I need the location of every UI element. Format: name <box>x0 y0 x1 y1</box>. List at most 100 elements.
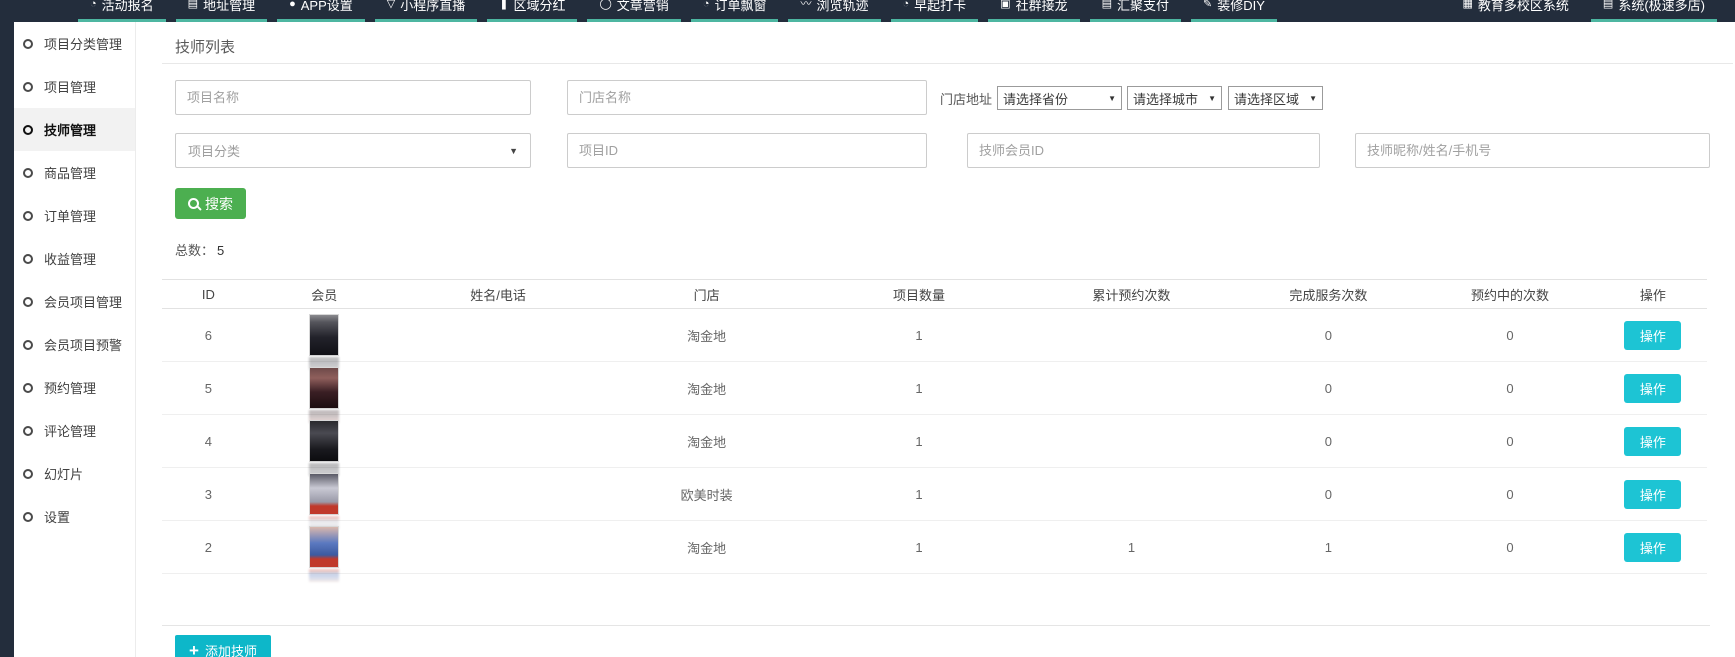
cell-project-count: 1 <box>811 521 1027 574</box>
topnav-item[interactable]: ❚区域分红 <box>487 0 577 22</box>
project-category-select[interactable]: 项目分类 ▼ <box>175 133 531 168</box>
cell-id: 2 <box>162 521 255 574</box>
tech-name-input[interactable] <box>1355 133 1710 168</box>
project-name-input[interactable] <box>175 80 531 115</box>
avatar-image <box>309 367 339 409</box>
cell-id: 6 <box>162 309 255 362</box>
cell-action: 操作 <box>1599 309 1707 362</box>
sidebar-item[interactable]: 项目管理 <box>14 65 135 108</box>
row-action-button[interactable]: 操作 <box>1624 427 1681 456</box>
topnav-item[interactable]: ▤地址管理 <box>176 0 267 22</box>
cell-total-bookings <box>1027 362 1236 415</box>
topnav-item-label: 系统(极速多店) <box>1618 0 1705 14</box>
province-select-value: 请选择省份 <box>1003 89 1068 108</box>
add-technician-button[interactable]: + 添加技师 <box>175 635 271 657</box>
cell-action: 操作 <box>1599 362 1707 415</box>
search-button[interactable]: 搜索 <box>175 188 246 219</box>
top-navigation-bar: ◔活动报名 ▤地址管理 ●APP设置 ▽小程序直播 ❚区域分红 ◯文章营销 ◔订单飘窗〰浏览… <box>0 0 1735 22</box>
apple-icon: ● <box>289 0 296 10</box>
project-id-input[interactable] <box>567 133 927 168</box>
total-value: 5 <box>217 243 224 258</box>
total-label: 总数： <box>175 243 214 258</box>
member-avatar <box>309 367 339 409</box>
topnav-item[interactable]: ▤汇聚支付 <box>1090 0 1181 22</box>
topnav-item[interactable]: ◔订单飘窗 <box>691 0 779 22</box>
topnav-item-label: 活动报名 <box>102 0 154 14</box>
sidebar-item[interactable]: 预约管理 <box>14 366 135 409</box>
row-action-button[interactable]: 操作 <box>1624 374 1681 403</box>
tech-member-id-input[interactable] <box>967 133 1320 168</box>
topnav-item-label: 社群接龙 <box>1016 0 1068 14</box>
cell-completed: 0 <box>1236 362 1421 415</box>
topnav-item[interactable]: ✎装修DIY <box>1191 0 1277 22</box>
sidebar-item[interactable]: 技师管理 <box>14 108 135 151</box>
column-header: 累计预约次数 <box>1027 280 1236 309</box>
avatar-image <box>309 473 339 515</box>
topnav-item[interactable]: 〰浏览轨迹 <box>788 0 880 22</box>
row-action-button[interactable]: 操作 <box>1624 321 1681 350</box>
radio-circle-icon <box>23 254 33 264</box>
radio-circle-icon <box>23 39 33 49</box>
sidebar-item[interactable]: 订单管理 <box>14 194 135 237</box>
cell-project-count: 1 <box>811 362 1027 415</box>
row-action-button[interactable]: 操作 <box>1624 480 1681 509</box>
cell-total-bookings <box>1027 415 1236 468</box>
member-avatar <box>309 526 339 568</box>
topnav-item[interactable]: ◔活动报名 <box>78 0 166 22</box>
store-name-input[interactable] <box>567 80 927 115</box>
sidebar-item[interactable]: 会员项目预警 <box>14 323 135 366</box>
district-select[interactable]: 请选择区域 ▼ <box>1228 86 1323 110</box>
topnav-item[interactable]: ●APP设置 <box>277 0 365 22</box>
cell-completed: 0 <box>1236 309 1421 362</box>
cell-completed: 1 <box>1236 521 1421 574</box>
cell-project-count: 1 <box>811 468 1027 521</box>
topnav-right-items: ▦教育多校区系统 ▤ 系统(极速多店) <box>1451 0 1728 22</box>
sidebar-item-label: 订单管理 <box>44 206 96 225</box>
topnav-item-label: 装修DIY <box>1217 0 1265 14</box>
topnav-item-label: 小程序直播 <box>400 0 465 14</box>
table-row: 2 淘金地 1 1 1 0 操作 <box>162 521 1707 574</box>
sidebar-item[interactable]: 设置 <box>14 495 135 538</box>
topnav-item[interactable]: ◯文章营销 <box>587 0 680 22</box>
topnav-item[interactable]: ◔早起打卡 <box>891 0 979 22</box>
sidebar-item[interactable]: 会员项目管理 <box>14 280 135 323</box>
topnav-item-label: 教育多校区系统 <box>1478 0 1569 14</box>
topnav-item[interactable]: ▤ 系统(极速多店) <box>1591 0 1717 22</box>
cell-avatar <box>255 362 394 415</box>
project-category-value: 项目分类 <box>188 141 240 160</box>
doc-icon: ▤ <box>1603 0 1613 10</box>
radio-circle-icon <box>23 512 33 522</box>
topnav-items: ◔活动报名 ▤地址管理 ●APP设置 ▽小程序直播 ❚区域分红 ◯文章营销 ◔订单飘窗〰浏览… <box>78 0 1287 22</box>
chevron-down-icon: ▼ <box>1304 94 1317 103</box>
search-icon <box>188 198 199 209</box>
sidebar-item[interactable]: 项目分类管理 <box>14 22 135 65</box>
column-header: 完成服务次数 <box>1236 280 1421 309</box>
cell-total-bookings <box>1027 468 1236 521</box>
cell-avatar <box>255 309 394 362</box>
district-select-value: 请选择区域 <box>1234 89 1299 108</box>
row-action-button[interactable]: 操作 <box>1624 533 1681 562</box>
sidebar-item[interactable]: 收益管理 <box>14 237 135 280</box>
radio-circle-icon <box>23 211 33 221</box>
sidebar-item[interactable]: 商品管理 <box>14 151 135 194</box>
sidebar-item-label: 预约管理 <box>44 378 96 397</box>
topnav-item[interactable]: ▽小程序直播 <box>375 0 477 22</box>
city-select-value: 请选择城市 <box>1133 89 1198 108</box>
sidebar-item[interactable]: 评论管理 <box>14 409 135 452</box>
radio-circle-icon <box>23 82 33 92</box>
card-icon: ▤ <box>1102 0 1112 10</box>
cell-name-phone <box>394 415 603 468</box>
radio-circle-icon <box>23 297 33 307</box>
avatar-reflection <box>309 569 339 582</box>
sidebar-item[interactable]: 幻灯片 <box>14 452 135 495</box>
topnav-item[interactable]: ▦教育多校区系统 <box>1451 0 1581 22</box>
column-header: 会员 <box>255 280 394 309</box>
column-header: 操作 <box>1599 280 1707 309</box>
cell-pending: 0 <box>1421 415 1599 468</box>
image-icon: ▣ <box>1000 0 1010 10</box>
province-select[interactable]: 请选择省份 ▼ <box>997 86 1122 110</box>
cell-store: 欧美时装 <box>602 468 811 521</box>
radio-circle-icon <box>23 383 33 393</box>
city-select[interactable]: 请选择城市 ▼ <box>1127 86 1222 110</box>
topnav-item[interactable]: ▣ 社群接龙 <box>988 0 1079 22</box>
